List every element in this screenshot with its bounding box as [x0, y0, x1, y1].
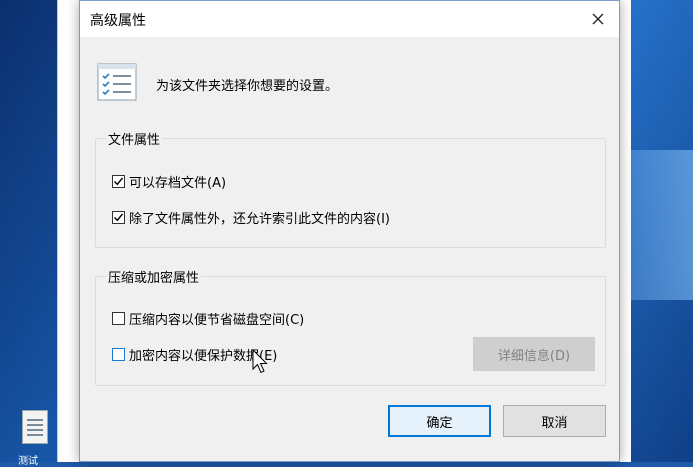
compress-checkbox[interactable]: [112, 312, 125, 325]
file-attributes-group-label: 文件属性: [106, 129, 163, 148]
cancel-button[interactable]: 取消: [503, 405, 606, 437]
desktop-icon-label: 测试: [18, 456, 38, 467]
archive-checkbox-row[interactable]: 可以存档文件(A): [112, 172, 226, 191]
encrypt-checkbox[interactable]: [112, 348, 125, 361]
index-label: 除了文件属性外，还允许索引此文件的内容(I): [129, 212, 390, 227]
checkmark-icon: [114, 177, 124, 186]
file-attributes-group: 文件属性 可以存档文件(A) 除了文件属性外，还允许索引此文件的内容(I): [95, 129, 606, 248]
close-icon: [592, 13, 604, 25]
close-button[interactable]: [583, 5, 613, 33]
details-button[interactable]: 详细信息(D): [473, 337, 595, 371]
dialog-content: 为该文件夹选择你想要的设置。 文件属性 可以存档文件(A) 除了文件属性外，还允…: [80, 37, 619, 461]
dialog-title: 高级属性: [90, 13, 146, 29]
archive-checkbox[interactable]: [112, 175, 125, 188]
compress-encrypt-group: 压缩或加密属性 压缩内容以便节省磁盘空间(C) 加密内容以便保护数据(E) 详细…: [95, 267, 606, 386]
archive-label: 可以存档文件(A): [129, 176, 227, 191]
index-checkbox-row[interactable]: 除了文件属性外，还允许索引此文件的内容(I): [112, 208, 390, 227]
advanced-attributes-dialog: 高级属性 为该文件夹选择你想要的设置。 文件属性 可以存档文件(A) 除了文件属…: [79, 0, 620, 462]
compress-label: 压缩内容以便节省磁盘空间(C): [129, 313, 305, 328]
index-checkbox[interactable]: [112, 211, 125, 224]
ok-button[interactable]: 确定: [388, 405, 491, 437]
checklist-icon: [97, 63, 137, 101]
compress-checkbox-row[interactable]: 压缩内容以便节省磁盘空间(C): [112, 309, 304, 328]
header-description: 为该文件夹选择你想要的设置。: [156, 79, 339, 94]
desktop-file-icon[interactable]: [22, 410, 48, 444]
mouse-pointer-icon: [252, 349, 268, 374]
checkmark-icon: [114, 213, 124, 222]
title-bar[interactable]: 高级属性: [80, 1, 619, 37]
compress-encrypt-group-label: 压缩或加密属性: [106, 267, 202, 286]
